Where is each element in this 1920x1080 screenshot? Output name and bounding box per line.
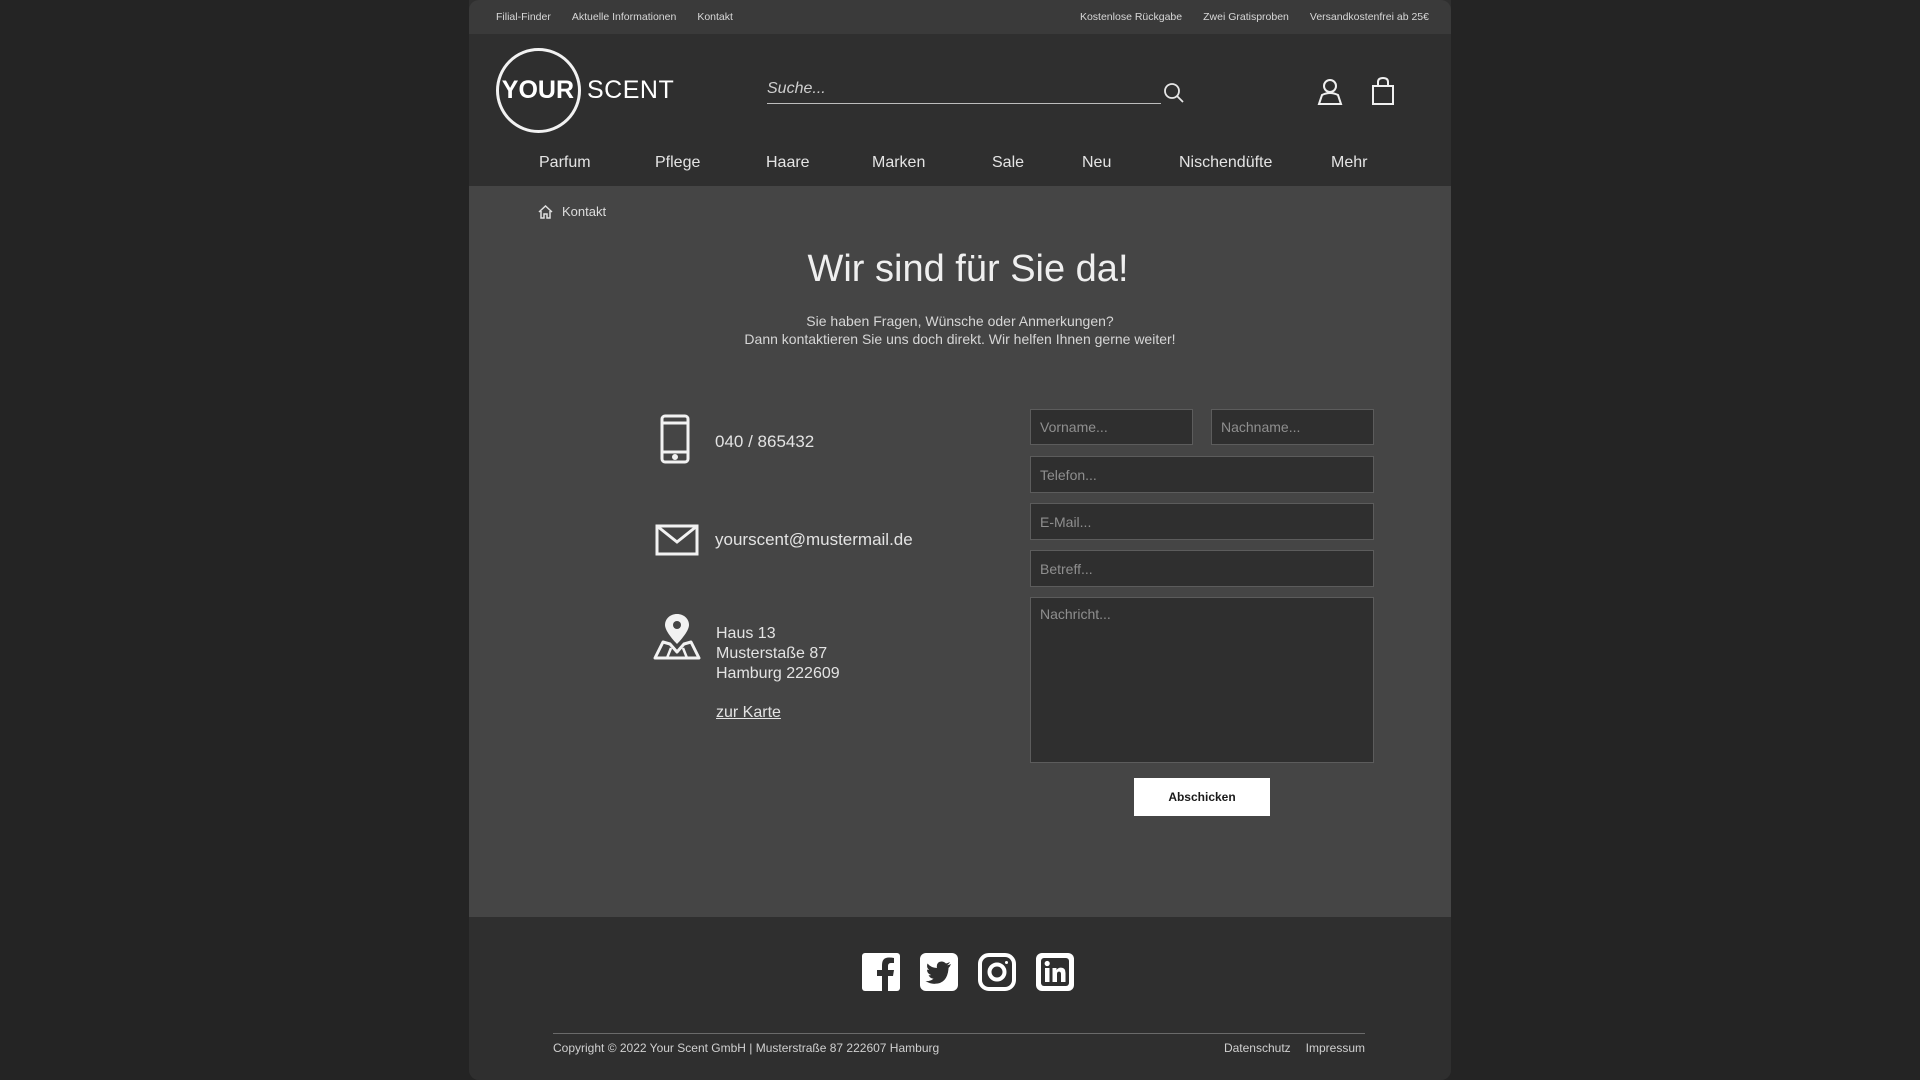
address-line-2: Musterstaße 87 bbox=[716, 645, 828, 662]
link-impressum[interactable]: Impressum bbox=[1306, 1041, 1365, 1055]
link-aktuelle-informationen[interactable]: Aktuelle Informationen bbox=[572, 11, 676, 23]
social-links bbox=[469, 953, 1451, 991]
header: YOUR SCENT Parfum Pflege Haare Mark bbox=[469, 34, 1451, 186]
nav-item-mehr[interactable]: Mehr bbox=[1331, 154, 1367, 172]
home-icon[interactable] bbox=[538, 204, 553, 219]
map-link[interactable]: zur Karte bbox=[716, 704, 781, 722]
search-bar bbox=[767, 80, 1161, 104]
nav-item-neu[interactable]: Neu bbox=[1082, 154, 1111, 172]
page: Filial-Finder Aktuelle Informationen Kon… bbox=[469, 0, 1451, 1080]
contact-email: yourscent@mustermail.de bbox=[655, 524, 913, 561]
nav-item-sale[interactable]: Sale bbox=[992, 154, 1024, 172]
logo[interactable]: YOUR SCENT bbox=[496, 48, 674, 133]
map-pin-icon bbox=[653, 612, 701, 665]
top-bar: Filial-Finder Aktuelle Informationen Kon… bbox=[469, 0, 1451, 34]
breadcrumb-current: Kontakt bbox=[562, 204, 607, 219]
link-versandkostenfrei[interactable]: Versandkostenfrei ab 25€ bbox=[1310, 11, 1429, 23]
page-title: Wir sind für Sie da! bbox=[807, 248, 1129, 290]
facebook-icon[interactable] bbox=[862, 953, 900, 991]
link-kostenlose-rueckgabe[interactable]: Kostenlose Rückgabe bbox=[1080, 11, 1182, 23]
page-subtitle: Sie haben Fragen, Wünsche oder Anmerkung… bbox=[469, 312, 1451, 348]
main-nav: Parfum Pflege Haare Marken Sale Neu Nisc… bbox=[469, 154, 1451, 186]
search-input[interactable] bbox=[767, 80, 1161, 98]
subtitle-line-2: Dann kontaktieren Sie uns doch direkt. W… bbox=[744, 331, 1176, 347]
subject-field[interactable] bbox=[1030, 550, 1374, 587]
nav-item-nischenduefte[interactable]: Nischendüfte bbox=[1179, 154, 1272, 172]
logo-your: YOUR bbox=[501, 76, 574, 104]
twitter-icon[interactable] bbox=[920, 953, 958, 991]
nav-item-haare[interactable]: Haare bbox=[766, 154, 810, 172]
search-icon[interactable] bbox=[1163, 82, 1185, 109]
submit-button[interactable]: Abschicken bbox=[1134, 778, 1270, 816]
nav-item-pflege[interactable]: Pflege bbox=[655, 154, 700, 172]
firstname-field[interactable] bbox=[1030, 409, 1193, 445]
main-content: Kontakt Wir sind für Sie da! Sie haben F… bbox=[469, 186, 1451, 917]
lastname-field[interactable] bbox=[1211, 409, 1374, 445]
email-address[interactable]: yourscent@mustermail.de bbox=[715, 530, 913, 550]
mail-icon bbox=[655, 524, 699, 561]
top-bar-left: Filial-Finder Aktuelle Informationen Kon… bbox=[496, 11, 733, 23]
message-field[interactable] bbox=[1030, 597, 1374, 763]
top-bar-right: Kostenlose Rückgabe Zwei Gratisproben Ve… bbox=[1080, 11, 1429, 23]
email-field[interactable] bbox=[1030, 503, 1374, 540]
copyright: Copyright © 2022 Your Scent GmbH | Muste… bbox=[553, 1041, 940, 1055]
link-kontakt[interactable]: Kontakt bbox=[697, 11, 733, 23]
contact-phone: 040 / 865432 bbox=[660, 414, 814, 469]
link-gratisproben[interactable]: Zwei Gratisproben bbox=[1203, 11, 1289, 23]
nav-item-marken[interactable]: Marken bbox=[872, 154, 925, 172]
phone-number[interactable]: 040 / 865432 bbox=[715, 432, 814, 452]
logo-scent: SCENT bbox=[587, 76, 675, 104]
link-filial-finder[interactable]: Filial-Finder bbox=[496, 11, 551, 23]
linkedin-icon[interactable] bbox=[1036, 953, 1074, 991]
footer-divider bbox=[553, 1033, 1365, 1034]
instagram-icon[interactable] bbox=[978, 953, 1016, 991]
subtitle-line-1: Sie haben Fragen, Wünsche oder Anmerkung… bbox=[806, 313, 1114, 329]
legal-links: Datenschutz Impressum bbox=[1224, 1041, 1365, 1055]
link-datenschutz[interactable]: Datenschutz bbox=[1224, 1041, 1291, 1055]
breadcrumb: Kontakt bbox=[538, 204, 606, 219]
address-line-3: Hamburg 222609 bbox=[716, 665, 840, 682]
phone-icon bbox=[660, 414, 690, 469]
phone-field[interactable] bbox=[1030, 456, 1374, 493]
logo-circle: YOUR bbox=[496, 48, 581, 133]
shopping-bag-icon[interactable] bbox=[1371, 76, 1395, 111]
footer: Copyright © 2022 Your Scent GmbH | Muste… bbox=[469, 917, 1451, 1080]
address: Haus 13 Musterstaße 87 Hamburg 222609 bbox=[716, 624, 840, 684]
nav-item-parfum[interactable]: Parfum bbox=[539, 154, 591, 172]
address-line-1: Haus 13 bbox=[716, 625, 776, 642]
user-icon[interactable] bbox=[1317, 78, 1343, 111]
